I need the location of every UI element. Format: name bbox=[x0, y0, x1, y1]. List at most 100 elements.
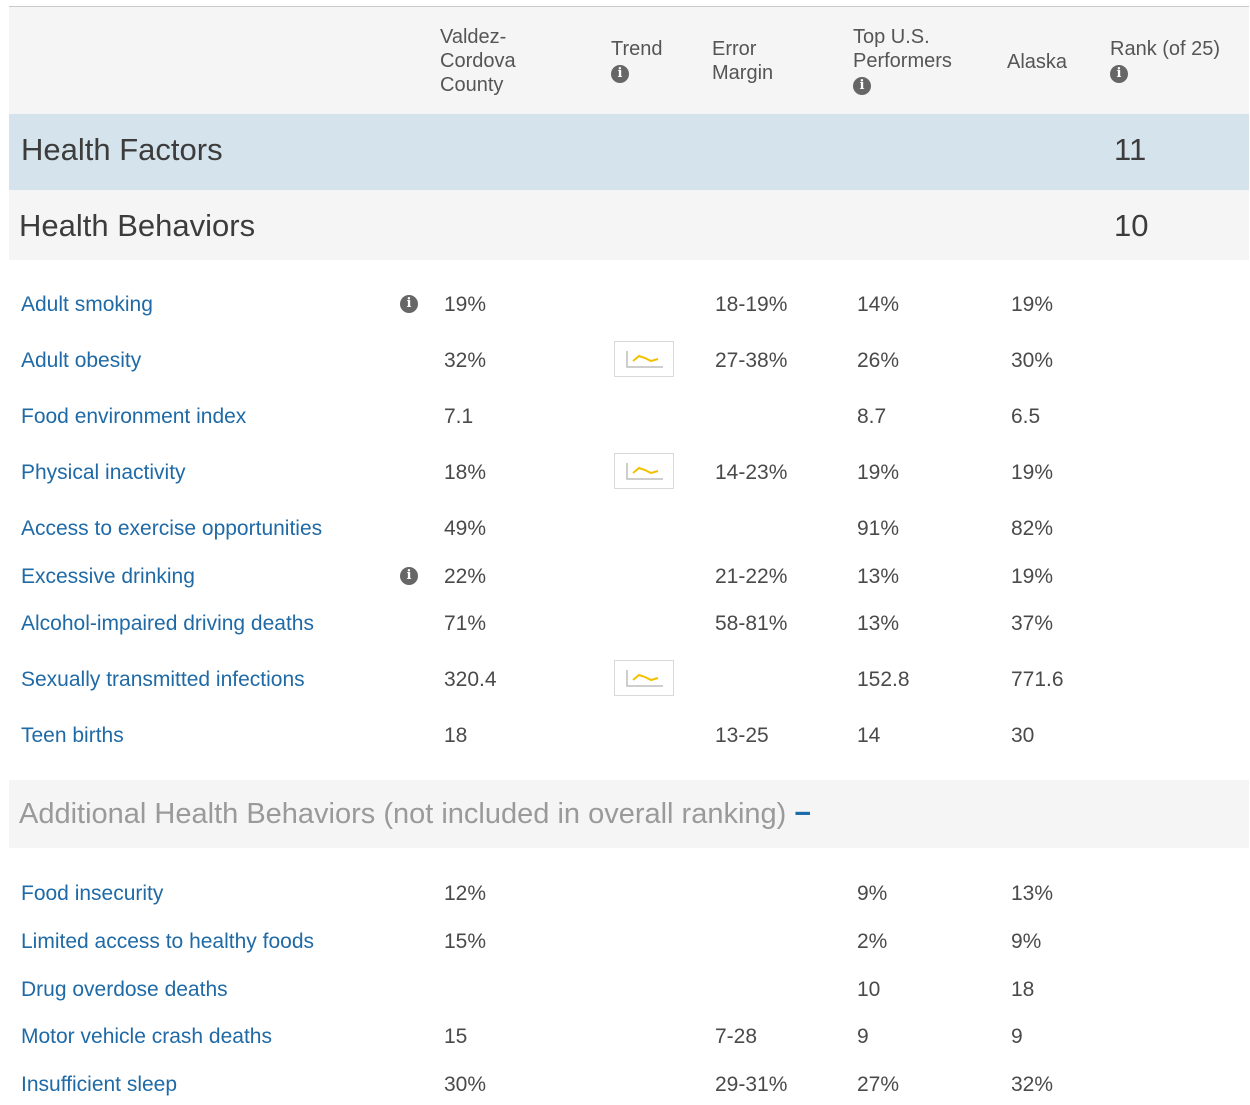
info-icon[interactable]: i bbox=[400, 567, 418, 585]
info-icon[interactable]: i bbox=[400, 295, 418, 313]
header-error-margin: Error Margin bbox=[712, 37, 773, 85]
top-performers-value: 27% bbox=[857, 1073, 900, 1096]
county-value: 22% bbox=[444, 565, 487, 588]
county-value: 18 bbox=[444, 724, 468, 747]
header-rank-label: Rank (of 25) bbox=[1110, 38, 1221, 60]
county-value: 15% bbox=[444, 930, 487, 953]
additional-title-text: Additional Health Behaviors (not include… bbox=[19, 798, 787, 830]
header-county: Valdez- Cordova County bbox=[440, 25, 516, 97]
measure-link[interactable]: Alcohol-impaired driving deaths bbox=[21, 612, 314, 636]
measure-link[interactable]: Limited access to healthy foods bbox=[21, 930, 314, 954]
table-row: Insufficient sleep 30% 29-31% 27% 32% bbox=[9, 1065, 1249, 1105]
measure-link[interactable]: Motor vehicle crash deaths bbox=[21, 1025, 272, 1049]
error-margin-value: 29-31% bbox=[715, 1073, 788, 1096]
table-row: Physical inactivity 18% 14-23% 19% 19% bbox=[9, 453, 1249, 493]
county-value: 18% bbox=[444, 461, 487, 484]
state-value: 18 bbox=[1011, 978, 1035, 1001]
error-margin-value: 27-38% bbox=[715, 349, 788, 372]
header-state: Alaska bbox=[1007, 50, 1067, 74]
error-margin-value: 14-23% bbox=[715, 461, 788, 484]
measure-link[interactable]: Excessive drinking bbox=[21, 565, 195, 589]
state-value: 82% bbox=[1011, 517, 1054, 540]
table-row: Adult obesity 32% 27-38% 26% 30% bbox=[9, 341, 1249, 381]
error-margin-value: 18-19% bbox=[715, 293, 788, 316]
info-icon[interactable]: i bbox=[1110, 64, 1128, 83]
table-row: Motor vehicle crash deaths 15 7-28 9 9 bbox=[9, 1017, 1249, 1057]
measure-link[interactable]: Teen births bbox=[21, 724, 124, 748]
county-value: 320.4 bbox=[444, 668, 497, 691]
trend-chart-icon[interactable] bbox=[614, 453, 674, 489]
top-performers-value: 14 bbox=[857, 724, 881, 747]
state-value: 6.5 bbox=[1011, 405, 1041, 428]
additional-title: Additional Health Behaviors (not include… bbox=[19, 798, 811, 831]
state-value: 19% bbox=[1011, 565, 1054, 588]
measure-link[interactable]: Sexually transmitted infections bbox=[21, 668, 305, 692]
state-value: 30% bbox=[1011, 349, 1054, 372]
health-factors-row: Health Factors 11 bbox=[9, 114, 1249, 190]
state-value: 13% bbox=[1011, 882, 1054, 905]
health-behaviors-title: Health Behaviors bbox=[19, 208, 256, 243]
county-value: 32% bbox=[444, 349, 487, 372]
header-state-label: Alaska bbox=[1007, 51, 1068, 73]
header-top-performers-label: Top U.S. Performers bbox=[853, 26, 952, 72]
measure-link[interactable]: Drug overdose deaths bbox=[21, 978, 228, 1002]
top-performers-value: 152.8 bbox=[857, 668, 910, 691]
top-performers-value: 13% bbox=[857, 565, 900, 588]
top-performers-value: 14% bbox=[857, 293, 900, 316]
state-value: 32% bbox=[1011, 1073, 1054, 1096]
error-margin-value: 58-81% bbox=[715, 612, 788, 635]
error-margin-value: 13-25 bbox=[715, 724, 769, 747]
measure-link[interactable]: Physical inactivity bbox=[21, 461, 186, 485]
health-factors-rank: 11 bbox=[1114, 132, 1147, 167]
table-row: Teen births 18 13-25 14 30 bbox=[9, 716, 1249, 756]
top-performers-value: 91% bbox=[857, 517, 900, 540]
info-icon[interactable]: i bbox=[611, 64, 629, 83]
measure-link[interactable]: Adult obesity bbox=[21, 349, 141, 373]
county-value: 7.1 bbox=[444, 405, 474, 428]
table-row: Food insecurity 12% 9% 13% bbox=[9, 874, 1249, 914]
table-row: Excessive drinking i 22% 21-22% 13% 19% bbox=[9, 557, 1249, 597]
top-performers-value: 10 bbox=[857, 978, 881, 1001]
state-value: 19% bbox=[1011, 461, 1054, 484]
measure-link[interactable]: Insufficient sleep bbox=[21, 1073, 177, 1097]
trend-chart-icon[interactable] bbox=[614, 341, 674, 377]
header-error-margin-label: Error Margin bbox=[712, 38, 774, 84]
health-behaviors-rank: 10 bbox=[1114, 208, 1149, 243]
top-performers-value: 13% bbox=[857, 612, 900, 635]
table-row: Limited access to healthy foods 15% 2% 9% bbox=[9, 922, 1249, 962]
county-value: 15 bbox=[444, 1025, 468, 1048]
header-trend: Trend i bbox=[611, 37, 663, 85]
measure-link[interactable]: Food environment index bbox=[21, 405, 246, 429]
health-factors-title: Health Factors bbox=[21, 132, 223, 167]
header-county-label: Valdez- Cordova County bbox=[440, 26, 516, 96]
header-trend-label: Trend bbox=[611, 38, 663, 60]
table-row: Alcohol-impaired driving deaths 71% 58-81%… bbox=[9, 604, 1249, 644]
health-behaviors-row: Health Behaviors 10 bbox=[9, 190, 1249, 260]
table-row: Access to exercise opportunities 49% 91% 82… bbox=[9, 509, 1249, 549]
table-row: Sexually transmitted infections 320.4 152.… bbox=[9, 660, 1249, 700]
county-value: 30% bbox=[444, 1073, 487, 1096]
state-value: 9 bbox=[1011, 1025, 1023, 1048]
table-row: Food environment index 7.1 8.7 6.5 bbox=[9, 397, 1249, 437]
collapse-toggle[interactable]: − bbox=[794, 798, 811, 830]
error-margin-value: 21-22% bbox=[715, 565, 788, 588]
state-value: 771.6 bbox=[1011, 668, 1064, 691]
measure-link[interactable]: Food insecurity bbox=[21, 882, 163, 906]
top-performers-value: 2% bbox=[857, 930, 888, 953]
header-top-performers: Top U.S. Performers i bbox=[853, 25, 952, 97]
measure-link[interactable]: Access to exercise opportunities bbox=[21, 517, 322, 541]
county-value: 71% bbox=[444, 612, 487, 635]
state-value: 30 bbox=[1011, 724, 1035, 747]
info-icon[interactable]: i bbox=[853, 76, 871, 95]
county-value: 49% bbox=[444, 517, 487, 540]
measure-link[interactable]: Adult smoking bbox=[21, 293, 153, 317]
top-performers-value: 19% bbox=[857, 461, 900, 484]
header-rank: Rank (of 25) i bbox=[1110, 37, 1220, 85]
table-row: Adult smoking i 19% 18-19% 14% 19% bbox=[9, 285, 1249, 325]
state-value: 19% bbox=[1011, 293, 1054, 316]
table-header: Valdez- Cordova County Trend i Error Mar… bbox=[9, 7, 1249, 114]
county-value: 19% bbox=[444, 293, 487, 316]
error-margin-value: 7-28 bbox=[715, 1025, 758, 1048]
state-value: 37% bbox=[1011, 612, 1054, 635]
trend-chart-icon[interactable] bbox=[614, 660, 674, 696]
